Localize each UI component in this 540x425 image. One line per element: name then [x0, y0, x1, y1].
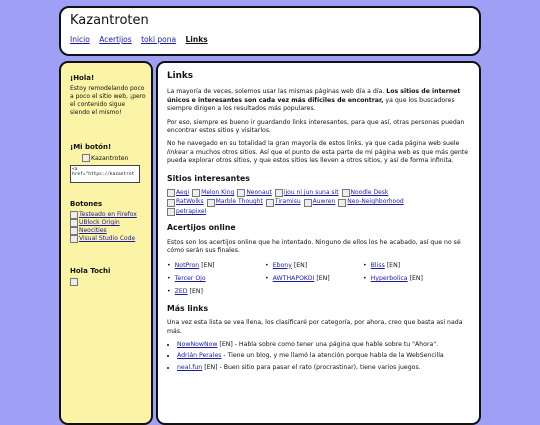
- mi-boton-title: ¡Mi botón!: [70, 143, 112, 151]
- button-code-box[interactable]: <a href="https://kazantrot: [70, 165, 140, 183]
- button-firefox[interactable]: Testeado en Firefox: [70, 211, 146, 219]
- site-header: Kazantroten Inicio Acertijos toki pona L…: [59, 6, 481, 56]
- badge-link[interactable]: RatWolks: [167, 198, 204, 207]
- hola-text: Estoy remodelando poco a poco el sitio w…: [70, 85, 146, 116]
- badge-link[interactable]: Noodle Desk: [341, 189, 388, 198]
- site-title: Kazantroten: [70, 13, 149, 28]
- page-title: Links: [167, 71, 193, 81]
- list-item: AWTHAPOKOI [EN]: [265, 275, 363, 283]
- badge-link[interactable]: ijou ni jun suna sit: [274, 189, 339, 198]
- mas-links-list: NowNowNow [EN] - Habla sobre como tener …: [167, 341, 472, 372]
- nav-links[interactable]: Links: [186, 35, 208, 44]
- sidebar: ¡Hola! Estoy remodelando poco a poco el …: [59, 61, 153, 425]
- nav-acertijos[interactable]: Acertijos: [99, 35, 131, 44]
- broken-image-icon: [70, 227, 78, 235]
- nav-toki-pona[interactable]: toki pona: [141, 35, 176, 44]
- nav-inicio[interactable]: Inicio: [70, 35, 90, 44]
- acertijos-title: Acertijos online: [167, 223, 236, 233]
- acertijos-text: Estos son los acertijos online que he in…: [167, 238, 461, 255]
- botones-section: Botones Testeado en Firefox UBlock Origi…: [70, 200, 146, 243]
- list-item: Ebony [EN]: [265, 262, 363, 270]
- list-item: Bliss [EN]: [363, 262, 461, 270]
- list-item: NowNowNow [EN] - Habla sobre como tener …: [177, 341, 472, 349]
- intro-paragraph: La mayoría de veces, solemos usar las mi…: [167, 88, 461, 113]
- badge-link[interactable]: Tiramisu: [265, 198, 301, 207]
- list-item: Adrián Perales - Tiene un blog, y me lla…: [177, 352, 472, 360]
- site-button-image[interactable]: Kazantroten: [70, 154, 146, 162]
- main-content: Links La mayoría de veces, solemos usar …: [156, 61, 481, 425]
- list-item: NotPron [EN]: [167, 262, 265, 270]
- badge-link[interactable]: Melon King: [192, 189, 234, 198]
- paragraph-2: Por eso, siempre es bueno ir guardando l…: [167, 118, 465, 135]
- main-nav: Inicio Acertijos toki pona Links: [70, 35, 215, 44]
- hola-tochi-title: Hola Tochi: [70, 267, 111, 275]
- tochi-image: [70, 278, 78, 286]
- badge-link[interactable]: Aegi: [167, 189, 189, 198]
- botones-title: Botones: [70, 200, 103, 208]
- list-item: neal.fun [EN] - Buen sitio para pasar el…: [177, 364, 472, 372]
- list-item: ZED [EN]: [167, 288, 265, 296]
- hola-section: ¡Hola! Estoy remodelando poco a poco el …: [70, 74, 146, 117]
- hola-tochi-section: Hola Tochi: [70, 267, 146, 289]
- acertijos-list: NotPron [EN] Ebony [EN] Bliss [EN] Terce…: [167, 262, 472, 297]
- mi-boton-section: ¡Mi botón! Kazantroten <a href="https://…: [70, 143, 146, 183]
- broken-image-icon: [70, 211, 78, 219]
- sitios-title: Sitios interesantes: [167, 173, 250, 183]
- mas-links-title: Más links: [167, 303, 209, 313]
- broken-image-icon: [82, 154, 90, 162]
- badge-link[interactable]: petrapixel: [167, 208, 206, 217]
- list-item: Tercer Ojo: [167, 275, 265, 283]
- list-item: Hyperbolica [EN]: [363, 275, 461, 283]
- button-vscode[interactable]: Visual Studio Code: [70, 235, 146, 243]
- button-neocities[interactable]: Neocities: [70, 227, 146, 235]
- badge-link[interactable]: Auwren: [303, 198, 335, 207]
- badge-link[interactable]: Neonaut: [237, 189, 272, 198]
- broken-image-icon: [70, 219, 78, 227]
- paragraph-3: No he navegado en su totalidad la gran m…: [167, 140, 469, 165]
- badge-link[interactable]: Neo-Neighborhood: [338, 198, 404, 207]
- hola-title: ¡Hola!: [70, 74, 95, 82]
- mas-links-text: Una vez esta lista se vea llena, los cla…: [167, 319, 463, 335]
- button-ublock[interactable]: UBlock Origin: [70, 219, 146, 227]
- badge-link[interactable]: Marble Thought: [206, 198, 263, 207]
- broken-image-icon: [70, 235, 78, 243]
- sitios-badges: Aegi Melon King Neonaut ijou ni jun suna…: [167, 189, 427, 217]
